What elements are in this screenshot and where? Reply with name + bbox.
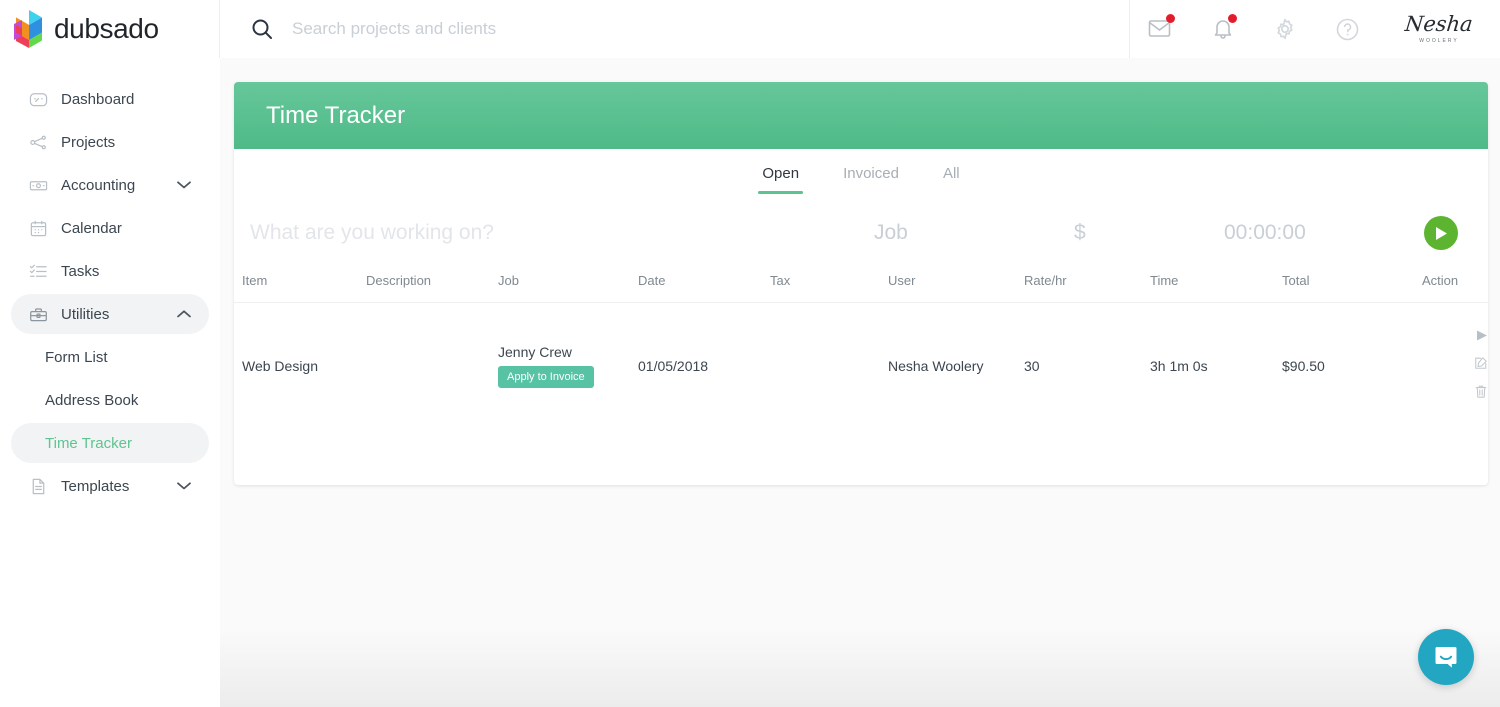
chevron-up-icon[interactable]	[177, 310, 191, 319]
settings-button[interactable]	[1254, 0, 1316, 58]
speedometer-icon	[27, 88, 49, 110]
sidebar-item-projects[interactable]: Projects	[11, 122, 209, 162]
chat-bubble-icon	[1435, 647, 1457, 668]
question-circle-icon	[1336, 18, 1358, 40]
cell-rate: 30	[1024, 357, 1040, 374]
cell-tax	[770, 303, 888, 429]
timer-entry-bar: Job $ 00:00:00	[234, 203, 1488, 263]
play-icon	[1436, 226, 1447, 240]
sidebar-item-calendar[interactable]: Calendar	[11, 208, 209, 248]
tab-open[interactable]: Open	[758, 159, 803, 194]
card-header: Time Tracker	[234, 82, 1488, 149]
row-play-icon[interactable]	[1475, 329, 1488, 345]
timer-job-select[interactable]: Job	[874, 221, 1074, 245]
col-header-action: Action	[1422, 263, 1488, 303]
sidebar-label-calendar: Calendar	[61, 219, 122, 237]
col-header-total: Total	[1282, 263, 1422, 303]
table-row[interactable]: Web Design Jenny Crew Apply to Invoice 0…	[234, 303, 1488, 429]
filter-tabs: Open Invoiced All	[234, 149, 1488, 203]
cell-actions	[1422, 303, 1488, 429]
search-input[interactable]	[292, 19, 812, 39]
apply-to-invoice-button[interactable]: Apply to Invoice	[498, 365, 594, 388]
money-icon	[27, 174, 49, 196]
col-header-rate: Rate/hr	[1024, 263, 1150, 303]
sidebar-item-accounting[interactable]: Accounting	[11, 165, 209, 205]
sidebar-nav: Dashboard Projects Accounting Calendar T…	[0, 58, 220, 707]
calendar-icon	[27, 217, 49, 239]
col-header-date: Date	[638, 263, 770, 303]
sidebar-item-address-book[interactable]: Address Book	[11, 380, 209, 420]
sidebar-item-templates[interactable]: Templates	[11, 466, 209, 506]
brand-name: dubsado	[54, 13, 159, 44]
sidebar-label-accounting: Accounting	[61, 176, 136, 194]
gear-icon	[1277, 18, 1293, 40]
table-header-row: Item Description Job Date Tax User Rate/…	[234, 263, 1488, 303]
job-name: Jenny Crew	[498, 343, 572, 360]
row-edit-icon[interactable]	[1474, 356, 1488, 373]
sidebar-label-form-list: Form List	[45, 348, 108, 366]
cell-total: $90.50	[1282, 357, 1325, 374]
dubsado-cube-logo	[14, 10, 42, 48]
search-icon	[250, 17, 274, 41]
global-search-area[interactable]	[220, 0, 1130, 58]
tab-all[interactable]: All	[939, 159, 964, 194]
chat-launcher-button[interactable]	[1418, 629, 1474, 685]
col-header-description: Description	[366, 263, 498, 303]
main-content: Time Tracker Open Invoiced All Job $ 00:…	[220, 58, 1500, 707]
cell-description	[366, 303, 498, 429]
notifications-button[interactable]	[1192, 0, 1254, 58]
start-timer-button[interactable]	[1424, 216, 1458, 250]
mail-unread-badge	[1166, 14, 1175, 23]
user-name: Nesha	[1403, 12, 1475, 36]
sidebar-item-dashboard[interactable]: Dashboard	[11, 79, 209, 119]
col-header-item: Item	[234, 263, 366, 303]
cell-item: Web Design	[242, 357, 319, 374]
document-icon	[27, 475, 49, 497]
toolbox-icon	[27, 303, 49, 325]
cell-time: 3h 1m 0s	[1150, 357, 1208, 374]
top-header-bar: dubsado Search projects and clients Nesh…	[0, 0, 1500, 58]
col-header-user: User	[888, 263, 1024, 303]
checklist-icon	[27, 260, 49, 282]
sidebar-label-templates: Templates	[61, 477, 130, 495]
mail-button[interactable]	[1130, 0, 1192, 58]
sidebar-label-time-tracker: Time Tracker	[45, 434, 132, 452]
time-tracker-card: Time Tracker Open Invoiced All Job $ 00:…	[234, 82, 1488, 485]
col-header-time: Time	[1150, 263, 1282, 303]
top-actions: Nesha Woolery	[1130, 0, 1500, 58]
tab-invoiced[interactable]: Invoiced	[839, 159, 903, 194]
sidebar-label-dashboard: Dashboard	[61, 90, 135, 108]
cell-job: Jenny Crew Apply to Invoice	[498, 303, 638, 429]
brand-logo-area[interactable]: dubsado	[0, 0, 220, 58]
time-entries-table: Item Description Job Date Tax User Rate/…	[234, 263, 1488, 428]
cell-user: Nesha Woolery	[888, 357, 984, 374]
col-header-tax: Tax	[770, 263, 888, 303]
help-button[interactable]	[1316, 0, 1378, 58]
timer-clock-display: 00:00:00	[1224, 221, 1306, 244]
page-title: Time Tracker	[266, 101, 406, 129]
sidebar-item-form-list[interactable]: Form List	[11, 337, 209, 377]
table-body: Web Design Jenny Crew Apply to Invoice 0…	[234, 303, 1488, 429]
sidebar-item-time-tracker[interactable]: Time Tracker	[11, 423, 209, 463]
row-trash-icon[interactable]	[1474, 384, 1488, 402]
workflow-icon	[27, 131, 49, 153]
user-avatar-signature[interactable]: Nesha Woolery	[1378, 0, 1490, 58]
timer-rate-input[interactable]: $	[1074, 221, 1224, 245]
sidebar-label-utilities: Utilities	[61, 305, 110, 323]
sidebar-item-utilities[interactable]: Utilities	[11, 294, 209, 334]
notifications-badge	[1228, 14, 1237, 23]
sidebar-item-tasks[interactable]: Tasks	[11, 251, 209, 291]
user-surname: Woolery	[1419, 38, 1459, 44]
chevron-down-icon[interactable]	[177, 482, 191, 491]
chevron-down-icon[interactable]	[177, 181, 191, 190]
col-header-job: Job	[498, 263, 638, 303]
sidebar-label-address-book: Address Book	[45, 391, 139, 409]
table-header: Item Description Job Date Tax User Rate/…	[234, 263, 1488, 303]
cell-date: 01/05/2018	[638, 357, 709, 374]
sidebar-label-projects: Projects	[61, 133, 116, 151]
app-root: dubsado Search projects and clients Nesh…	[0, 0, 1500, 707]
sidebar-label-tasks: Tasks	[61, 262, 100, 280]
timer-task-input[interactable]	[250, 221, 874, 245]
